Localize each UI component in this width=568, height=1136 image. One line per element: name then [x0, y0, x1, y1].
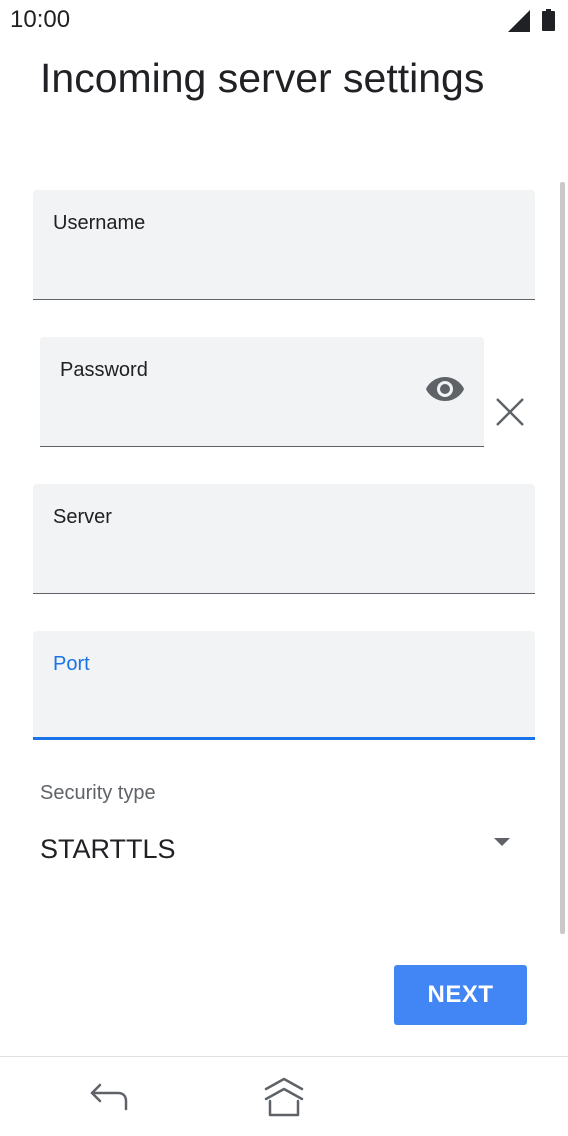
server-input[interactable]: [53, 551, 515, 581]
port-label: Port: [53, 653, 90, 675]
username-input[interactable]: [53, 257, 515, 287]
security-type-select[interactable]: STARTTLS: [40, 820, 530, 880]
home-icon[interactable]: [260, 1075, 308, 1119]
scrollbar[interactable]: [560, 182, 565, 934]
server-label: Server: [53, 506, 112, 528]
security-type-label: Security type: [40, 782, 156, 804]
username-field[interactable]: Username: [33, 190, 535, 300]
clear-icon[interactable]: [494, 396, 526, 428]
port-field[interactable]: Port: [33, 631, 535, 740]
status-time: 10:00: [10, 6, 71, 33]
page-title: Incoming server settings: [40, 55, 485, 101]
security-type-value: STARTTLS: [40, 834, 176, 864]
signal-icon: [508, 10, 530, 32]
next-button[interactable]: NEXT: [394, 965, 527, 1025]
password-input[interactable]: [60, 404, 400, 434]
status-bar: 10:00: [0, 0, 568, 40]
eye-icon[interactable]: [425, 375, 465, 403]
dropdown-arrow-icon: [494, 838, 510, 846]
port-input[interactable]: [53, 695, 515, 725]
server-field[interactable]: Server: [33, 484, 535, 594]
battery-icon: [542, 9, 555, 31]
username-label: Username: [53, 212, 146, 234]
back-icon[interactable]: [88, 1079, 130, 1115]
password-label: Password: [60, 359, 148, 381]
navigation-bar: [0, 1056, 568, 1136]
password-field[interactable]: Password: [40, 337, 484, 447]
